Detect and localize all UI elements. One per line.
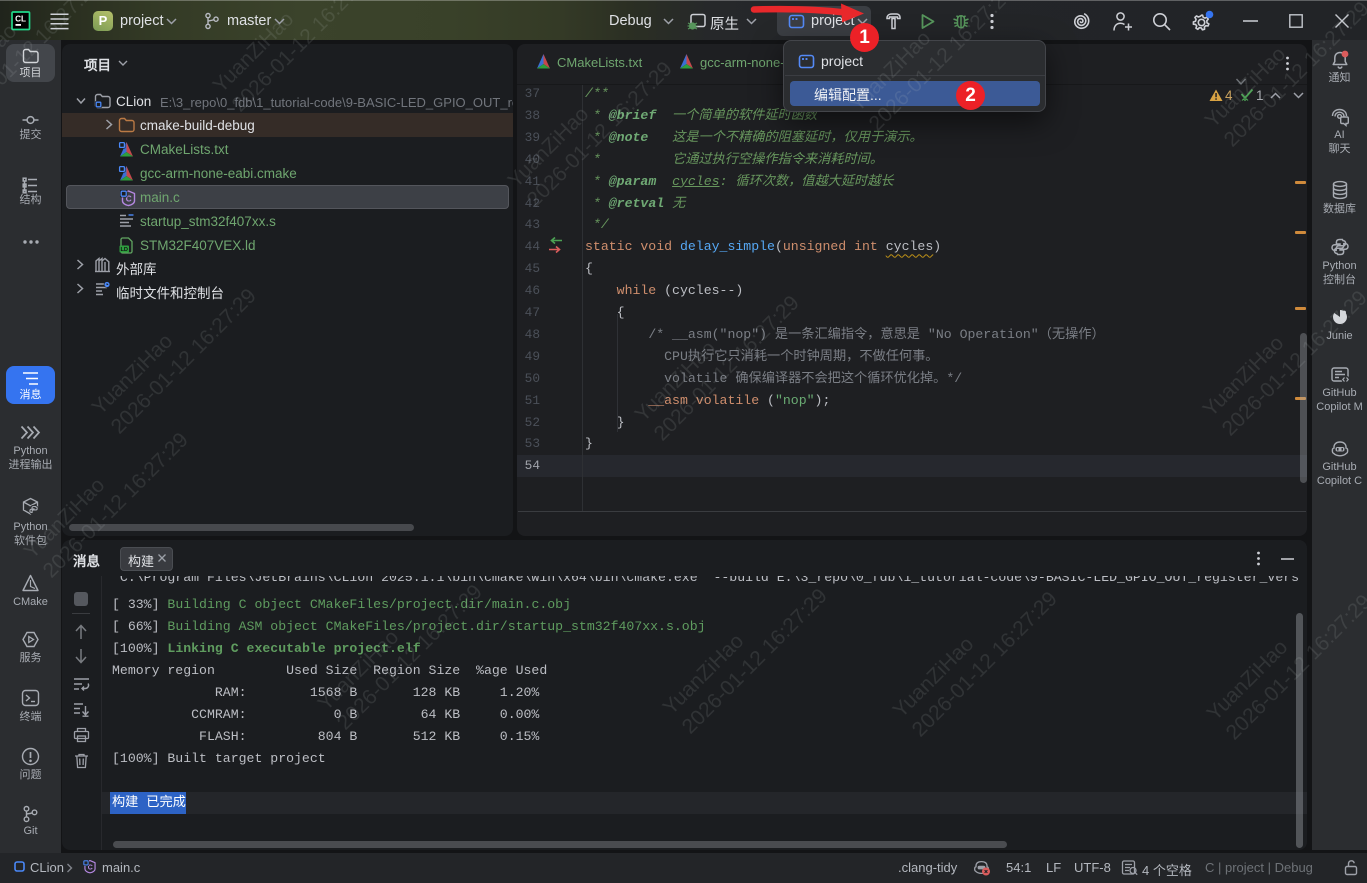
svg-text:CL: CL [15, 15, 26, 24]
svg-text:LD: LD [120, 247, 127, 253]
